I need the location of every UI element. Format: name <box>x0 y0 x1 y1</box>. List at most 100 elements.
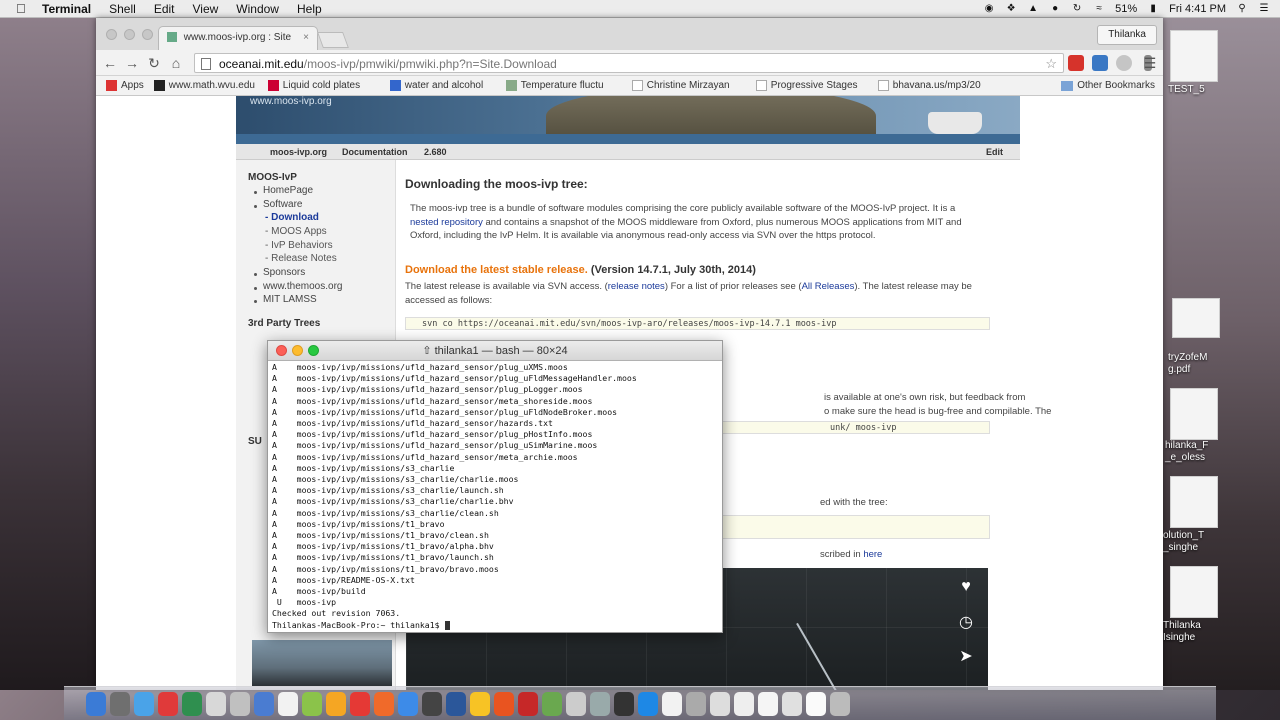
dock-app-icon[interactable] <box>542 691 562 716</box>
download-latest-link[interactable]: Download the latest stable release. <box>405 264 588 276</box>
dock-app-icon[interactable] <box>566 691 586 716</box>
dock-app-icon[interactable] <box>374 691 394 716</box>
desktop-file-icon[interactable] <box>1170 388 1218 440</box>
terminal-output[interactable]: A moos-ivp/ivp/missions/ufld_hazard_sens… <box>268 361 722 632</box>
sidebar-item-mit-lamss[interactable]: MIT LAMSS <box>263 294 317 305</box>
nested-repository-link[interactable]: nested repository <box>410 217 483 228</box>
dock-app-icon[interactable] <box>734 691 754 716</box>
header-site-link[interactable]: moos-ivp.org <box>270 147 327 157</box>
close-tab-icon[interactable]: × <box>303 32 309 43</box>
skype-icon[interactable]: ● <box>1049 3 1061 15</box>
dock-app-icon[interactable] <box>254 691 274 716</box>
dock-app-icon[interactable] <box>422 691 442 716</box>
dock-app-icon[interactable] <box>494 691 514 716</box>
sync-icon[interactable]: ↻ <box>1071 3 1083 15</box>
dock-app-icon[interactable] <box>278 691 298 716</box>
heart-icon[interactable]: ♥ <box>956 578 976 596</box>
dock-app-icon[interactable] <box>326 691 346 716</box>
dock-app-icon[interactable] <box>446 691 466 716</box>
chrome-menu-icon[interactable]: ☰ <box>1140 55 1160 72</box>
edit-link[interactable]: Edit <box>986 147 1003 157</box>
battery-icon[interactable]: ▮ <box>1147 3 1159 15</box>
sidebar-item-download[interactable]: - Download <box>265 212 319 223</box>
clock[interactable]: Fri 4:41 PM <box>1169 3 1226 15</box>
dock-app-icon[interactable] <box>302 691 322 716</box>
bookmark-item[interactable]: Temperature fluctu <box>505 80 622 91</box>
bookmark-item[interactable]: Progressive Stages <box>755 80 868 91</box>
menu-view[interactable]: View <box>193 2 219 16</box>
bookmark-star-icon[interactable]: ☆ <box>1045 56 1057 72</box>
sidebar-item-homepage[interactable]: HomePage <box>263 185 313 196</box>
dock-app-icon[interactable] <box>110 691 130 716</box>
desktop-file-icon[interactable] <box>1170 476 1218 528</box>
menu-shell[interactable]: Shell <box>109 2 136 16</box>
dock-app-icon[interactable] <box>470 691 490 716</box>
sidebar-item-themoos[interactable]: www.themoos.org <box>263 281 342 292</box>
bookmark-item[interactable]: bhavana.us/mp3/20 <box>877 80 990 91</box>
forward-icon[interactable]: → <box>124 55 140 71</box>
address-bar[interactable]: oceanai.mit.edu/moos-ivp/pmwiki/pmwiki.p… <box>194 53 1064 73</box>
sidebar-item-software[interactable]: Software <box>263 199 302 210</box>
share-icon[interactable]: ➤ <box>956 646 976 666</box>
clock-icon[interactable]: ◷ <box>956 612 976 632</box>
spotlight-icon[interactable]: ⚲ <box>1236 3 1248 15</box>
dock-app-icon[interactable] <box>614 691 634 716</box>
dock-app-icon[interactable] <box>758 691 778 716</box>
dock-app-icon[interactable] <box>590 691 610 716</box>
dock-app-icon[interactable] <box>830 691 850 716</box>
minimize-window-button[interactable] <box>124 29 135 40</box>
home-icon[interactable]: ⌂ <box>168 55 184 71</box>
profile-button[interactable]: Thilanka <box>1097 25 1157 45</box>
desktop-file-icon[interactable] <box>1170 30 1218 82</box>
menu-app[interactable]: Terminal <box>42 2 91 16</box>
sidebar-item-sponsors[interactable]: Sponsors <box>263 267 305 278</box>
apple-menu-icon[interactable]:  <box>16 1 30 16</box>
sidebar-item-ivp-behaviors[interactable]: - IvP Behaviors <box>265 240 333 251</box>
tab-moos-ivp[interactable]: www.moos-ivp.org : Site × <box>158 26 318 50</box>
menu-edit[interactable]: Edit <box>154 2 175 16</box>
terminal-title-bar[interactable]: ⇧ thilanka1 — bash — 80×24 <box>268 341 722 361</box>
dock-app-icon[interactable] <box>158 691 178 716</box>
sidebar-item-release-notes[interactable]: - Release Notes <box>265 253 337 264</box>
dock-app-icon[interactable] <box>662 691 682 716</box>
header-version-link[interactable]: 2.680 <box>424 147 447 157</box>
bookmark-item[interactable]: www.math.wvu.edu <box>153 80 258 91</box>
desktop-file-icon[interactable] <box>1170 566 1218 618</box>
dock-app-icon[interactable] <box>206 691 226 716</box>
zoom-window-button[interactable] <box>142 29 153 40</box>
dock-app-icon[interactable] <box>86 691 106 716</box>
bookmark-apps[interactable]: Apps <box>106 80 144 91</box>
dock-app-icon[interactable] <box>638 691 658 716</box>
notification-center-icon[interactable]: ☰ <box>1258 3 1270 15</box>
terminal-window[interactable]: ⇧ thilanka1 — bash — 80×24 A moos-ivp/iv… <box>267 340 723 633</box>
desktop-file-icon[interactable] <box>1172 298 1220 338</box>
dock-app-icon[interactable] <box>230 691 250 716</box>
other-bookmarks[interactable]: Other Bookmarks <box>1061 80 1155 91</box>
extension-icon[interactable] <box>1092 55 1108 71</box>
here-link[interactable]: here <box>863 549 882 560</box>
back-icon[interactable]: ← <box>102 55 118 71</box>
dock-app-icon[interactable] <box>182 691 202 716</box>
sidebar-item-moos-apps[interactable]: - MOOS Apps <box>265 226 327 237</box>
dock-app-icon[interactable] <box>398 691 418 716</box>
bell-icon[interactable]: ▲ <box>1027 3 1039 15</box>
bookmark-item[interactable]: Liquid cold plates <box>267 80 380 91</box>
dock-app-icon[interactable] <box>710 691 730 716</box>
menu-help[interactable]: Help <box>297 2 322 16</box>
menu-window[interactable]: Window <box>236 2 279 16</box>
wifi-icon[interactable]: ≈ <box>1093 3 1105 15</box>
record-icon[interactable]: ◉ <box>983 3 995 15</box>
close-window-button[interactable] <box>106 29 117 40</box>
battery-percent[interactable]: 51% <box>1115 3 1137 15</box>
dock-app-icon[interactable] <box>806 691 826 716</box>
dock-app-icon[interactable] <box>518 691 538 716</box>
dropbox-icon[interactable]: ❖ <box>1005 3 1017 15</box>
dock-app-icon[interactable] <box>134 691 154 716</box>
new-tab-button[interactable] <box>317 32 349 48</box>
opera-extension-icon[interactable] <box>1068 55 1084 71</box>
dock-app-icon[interactable] <box>782 691 802 716</box>
release-notes-link[interactable]: release notes <box>608 281 665 292</box>
all-releases-link[interactable]: All Releases <box>802 281 855 292</box>
extension-icon[interactable] <box>1116 55 1132 71</box>
header-docs-link[interactable]: Documentation <box>342 147 408 157</box>
